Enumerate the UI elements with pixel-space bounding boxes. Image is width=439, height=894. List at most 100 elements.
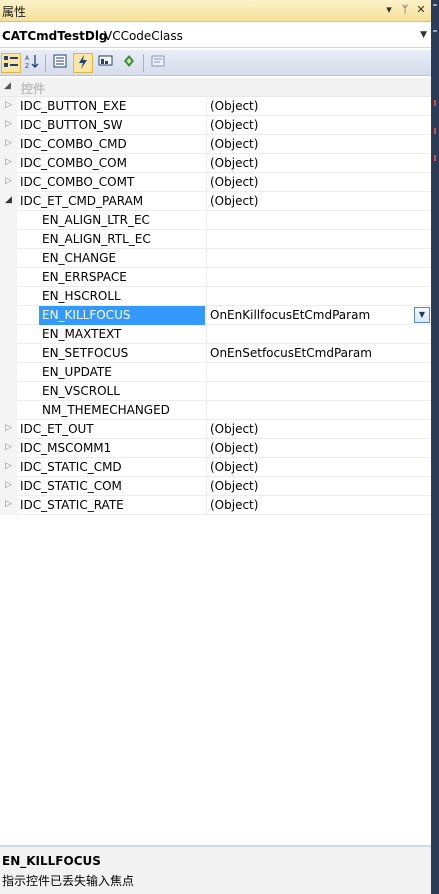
control-row[interactable]: ▷ IDC_STATIC_RATE (Object)	[0, 496, 431, 515]
event-row[interactable]: EN_VSCROLL	[0, 382, 431, 401]
control-row-expanded[interactable]: ◢ IDC_ET_CMD_PARAM (Object)	[0, 192, 431, 211]
event-row-selected[interactable]: EN_KILLFOCUS OnEnKillfocusEtCmdParam ▼	[0, 306, 431, 325]
events-icon[interactable]	[73, 53, 93, 73]
category-label: 控件	[21, 82, 46, 96]
description-title: EN_KILLFOCUS	[2, 854, 101, 868]
event-handler[interactable]: OnEnKillfocusEtCmdParam	[206, 306, 431, 325]
event-row[interactable]: NM_THEMECHANGED	[0, 401, 431, 420]
svg-text:A: A	[25, 55, 30, 62]
expand-triangle-icon[interactable]: ▷	[5, 499, 12, 509]
event-handler[interactable]	[206, 211, 431, 230]
control-value: (Object)	[206, 116, 431, 135]
properties-toolbar: AZ	[0, 50, 431, 76]
control-name: IDC_ET_OUT	[20, 422, 94, 436]
control-name: IDC_STATIC_RATE	[20, 498, 124, 512]
control-value: (Object)	[206, 439, 431, 458]
categorized-icon[interactable]	[1, 53, 21, 73]
window-title: 属性	[2, 5, 27, 19]
collapse-triangle-icon[interactable]: ◢	[4, 81, 11, 91]
event-name: EN_MAXTEXT	[42, 327, 122, 341]
category-row[interactable]: ◢ 控件	[0, 78, 431, 97]
expand-triangle-icon[interactable]: ▷	[5, 100, 12, 110]
control-row[interactable]: ▷ IDC_STATIC_COM (Object)	[0, 477, 431, 496]
messages-icon[interactable]	[96, 53, 116, 73]
expand-triangle-icon[interactable]: ▷	[5, 138, 12, 148]
event-name: EN_KILLFOCUS	[39, 306, 205, 325]
event-name: NM_THEMECHANGED	[42, 403, 170, 417]
control-value: (Object)	[206, 420, 431, 439]
expand-triangle-icon[interactable]: ▷	[5, 461, 12, 471]
control-name: IDC_COMBO_COM	[20, 156, 127, 170]
properties-icon[interactable]	[50, 53, 70, 73]
control-name: IDC_ET_CMD_PARAM	[20, 194, 144, 208]
expand-triangle-icon[interactable]: ▷	[5, 423, 12, 433]
object-name: CATCmdTestDlg	[2, 29, 108, 43]
control-row[interactable]: ▷ IDC_BUTTON_SW (Object)	[0, 116, 431, 135]
event-row[interactable]: EN_SETFOCUS OnEnSetfocusEtCmdParam	[0, 344, 431, 363]
control-value: (Object)	[206, 97, 431, 116]
control-name: IDC_COMBO_CMD	[20, 137, 127, 151]
chevron-down-icon[interactable]: ▼	[420, 30, 427, 40]
event-handler[interactable]: OnEnSetfocusEtCmdParam	[206, 344, 431, 363]
event-name: EN_ERRSPACE	[42, 270, 127, 284]
object-selector[interactable]: CATCmdTestDlg VCCodeClass ▼	[0, 24, 431, 48]
event-name: EN_VSCROLL	[42, 384, 120, 398]
event-handler[interactable]	[206, 230, 431, 249]
control-value: (Object)	[206, 135, 431, 154]
event-row[interactable]: EN_ALIGN_LTR_EC	[0, 211, 431, 230]
control-value: (Object)	[206, 477, 431, 496]
event-handler[interactable]	[206, 382, 431, 401]
control-name: IDC_BUTTON_SW	[20, 118, 123, 132]
control-name: IDC_BUTTON_EXE	[20, 99, 127, 113]
property-grid: ◢ 控件 ▷ IDC_BUTTON_EXE (Object) ▷ IDC_BUT…	[0, 78, 431, 515]
event-name: EN_CHANGE	[42, 251, 117, 265]
expand-triangle-icon[interactable]: ▷	[5, 176, 12, 186]
control-row[interactable]: ▷ IDC_STATIC_CMD (Object)	[0, 458, 431, 477]
event-name: EN_ALIGN_LTR_EC	[42, 213, 150, 227]
pin-icon[interactable]: ᛘ	[398, 3, 412, 17]
control-value: (Object)	[206, 173, 431, 192]
editor-edge-strip	[431, 0, 439, 894]
expand-triangle-icon[interactable]: ▷	[5, 119, 12, 129]
event-row[interactable]: EN_ERRSPACE	[0, 268, 431, 287]
properties-titlebar: 属性 ▾ ᛘ ✕	[0, 0, 431, 22]
event-handler[interactable]	[206, 287, 431, 306]
event-name: EN_SETFOCUS	[42, 346, 129, 360]
control-name: IDC_MSCOMM1	[20, 441, 112, 455]
event-name: EN_HSCROLL	[42, 289, 121, 303]
event-handler[interactable]	[206, 268, 431, 287]
overrides-icon[interactable]	[119, 53, 139, 73]
object-class: VCCodeClass	[104, 29, 183, 43]
event-name: EN_UPDATE	[42, 365, 112, 379]
control-row[interactable]: ▷ IDC_BUTTON_EXE (Object)	[0, 97, 431, 116]
property-pages-icon[interactable]	[148, 53, 168, 73]
event-handler[interactable]	[206, 249, 431, 268]
event-row[interactable]: EN_MAXTEXT	[0, 325, 431, 344]
event-handler[interactable]	[206, 363, 431, 382]
alphabetical-icon[interactable]: AZ	[22, 53, 42, 73]
control-value: (Object)	[206, 458, 431, 477]
control-row[interactable]: ▷ IDC_COMBO_COMT (Object)	[0, 173, 431, 192]
window-position-dropdown-icon[interactable]: ▾	[382, 3, 396, 17]
event-handler[interactable]	[206, 401, 431, 420]
handler-dropdown-button[interactable]: ▼	[414, 307, 430, 323]
control-value: (Object)	[206, 496, 431, 515]
control-value: (Object)	[206, 192, 431, 211]
control-row[interactable]: ▷ IDC_COMBO_CMD (Object)	[0, 135, 431, 154]
expand-triangle-icon[interactable]: ▷	[5, 442, 12, 452]
event-name: EN_ALIGN_RTL_EC	[42, 232, 151, 246]
expand-triangle-icon[interactable]: ▷	[5, 480, 12, 490]
event-row[interactable]: EN_ALIGN_RTL_EC	[0, 230, 431, 249]
event-handler[interactable]	[206, 325, 431, 344]
collapse-triangle-icon[interactable]: ◢	[5, 195, 12, 205]
event-row[interactable]: EN_UPDATE	[0, 363, 431, 382]
event-row[interactable]: EN_CHANGE	[0, 249, 431, 268]
control-row[interactable]: ▷ IDC_COMBO_COM (Object)	[0, 154, 431, 173]
svg-text:Z: Z	[25, 63, 29, 69]
description-text: 指示控件已丢失输入焦点	[2, 874, 135, 888]
event-row[interactable]: EN_HSCROLL	[0, 287, 431, 306]
control-row[interactable]: ▷ IDC_MSCOMM1 (Object)	[0, 439, 431, 458]
close-icon[interactable]: ✕	[414, 3, 428, 17]
control-row[interactable]: ▷ IDC_ET_OUT (Object)	[0, 420, 431, 439]
expand-triangle-icon[interactable]: ▷	[5, 157, 12, 167]
